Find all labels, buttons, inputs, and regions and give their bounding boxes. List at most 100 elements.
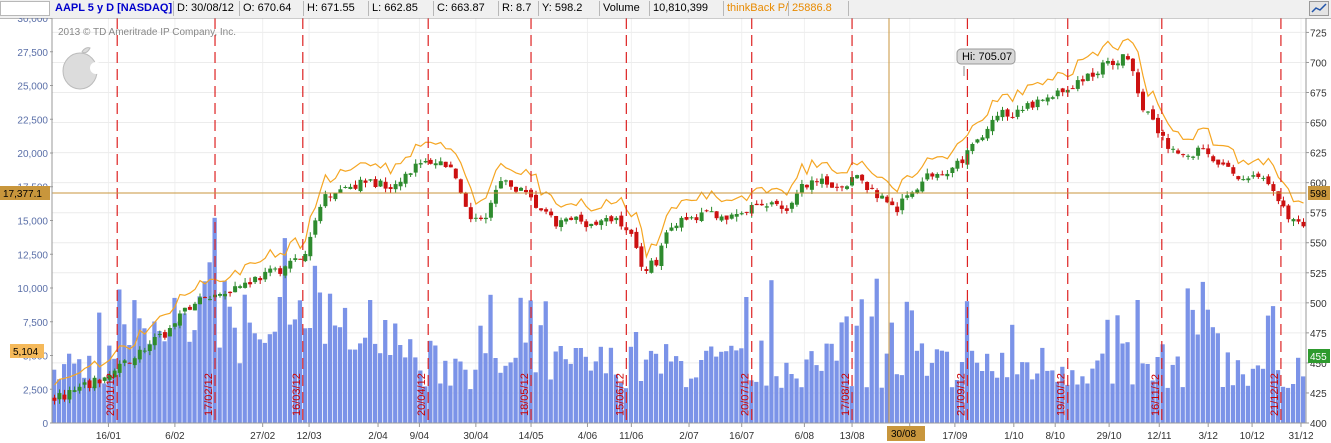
volume-bar	[438, 383, 443, 423]
candle-body	[403, 173, 408, 184]
volume-bar	[463, 369, 468, 423]
open-value: O: 670.64	[240, 1, 304, 16]
volume-bar	[789, 374, 794, 423]
volume-bar	[1240, 374, 1246, 423]
candle-body	[659, 245, 664, 266]
volume-bar	[222, 280, 227, 423]
candle-body	[614, 217, 619, 221]
candle-body	[92, 377, 97, 389]
date-tick-label: 13/08	[840, 431, 865, 442]
candle-body	[794, 193, 799, 205]
volume-bar	[1185, 288, 1190, 423]
date-tick-label: 1/10	[1004, 431, 1024, 442]
volume-bar	[929, 362, 935, 423]
candle-body	[298, 258, 303, 260]
candle-body	[328, 196, 333, 198]
volume-bar	[1125, 342, 1130, 423]
quote-header: AAPL 5 y D [NASDAQ] D: 30/08/12 O: 670.6…	[0, 0, 1331, 19]
volume-bar	[729, 345, 734, 423]
symbol-label[interactable]: AAPL 5 y D [NASDAQ]	[52, 1, 174, 16]
volume-bar	[1025, 362, 1030, 423]
date-tick-label: 9/04	[410, 431, 430, 442]
candle-body	[398, 181, 403, 187]
candle-body	[1216, 159, 1221, 165]
volume-bar	[127, 345, 132, 423]
price-tick-label: 700	[1310, 59, 1327, 70]
candle-body	[333, 193, 338, 200]
candle-body	[308, 236, 313, 257]
candle-body	[137, 349, 142, 360]
candle-body	[779, 205, 784, 209]
candle-body	[162, 332, 167, 338]
candle-body	[238, 286, 243, 288]
volume-bar	[1296, 357, 1301, 423]
volume-bar	[804, 359, 809, 423]
volume-bar	[709, 346, 714, 423]
candle-body	[52, 397, 57, 401]
candle-body	[719, 216, 724, 221]
candle-body	[1201, 148, 1206, 150]
candle-body	[373, 179, 378, 187]
candle-body	[855, 175, 860, 179]
candle-body	[1050, 97, 1055, 99]
price-axis: 7257006756506256005755505255004754504254…	[1306, 28, 1327, 430]
event-label: 20/04/12	[416, 373, 428, 416]
candle-body	[734, 214, 739, 217]
date-tick-label: 16/07	[729, 431, 754, 442]
candle-body	[1085, 73, 1090, 81]
price-volume-chart[interactable]: 20/01/12 17/02/12 16/03/12 20/04/12 18/05/12…	[0, 18, 1331, 443]
volume-value: 10,810,399	[650, 1, 724, 16]
candle-body	[378, 180, 383, 187]
volume-bar	[1215, 333, 1220, 423]
candle-body	[574, 216, 579, 220]
candle-body	[554, 216, 559, 227]
volume-bar	[197, 296, 202, 423]
volume-bar	[734, 350, 739, 423]
volume-bar	[904, 301, 909, 423]
volume-bar	[568, 363, 573, 423]
volume-tick-label: 30,000	[17, 18, 48, 25]
volume-bar	[1260, 368, 1266, 423]
price-tick-label: 575	[1310, 209, 1327, 220]
chart-settings-cell[interactable]	[0, 1, 50, 16]
volume-bar	[1110, 383, 1115, 423]
candle-body	[363, 180, 368, 183]
volume-bar	[689, 378, 694, 423]
candle-body	[809, 180, 814, 190]
candle-body	[453, 168, 458, 179]
candle-body	[649, 260, 654, 273]
volume-bar	[1250, 368, 1256, 423]
volume-current-label: 5,104	[13, 347, 38, 358]
candle-body	[985, 128, 990, 139]
candle-body	[132, 358, 137, 366]
chart-style-icon[interactable]	[1309, 1, 1329, 16]
price-crosshair-label: 598	[1310, 189, 1327, 200]
candle-body	[629, 229, 634, 234]
candle-body	[122, 360, 127, 363]
candle-body	[945, 173, 950, 177]
volume-bar	[1075, 384, 1080, 423]
candle-body	[223, 293, 228, 297]
volume-bar	[232, 327, 237, 423]
candle-body	[1055, 90, 1060, 97]
volume-bar	[1205, 309, 1210, 423]
candle-body	[1211, 156, 1216, 162]
candle-body	[714, 211, 719, 219]
volume-bar	[653, 353, 659, 423]
volume-bar	[443, 360, 448, 423]
volume-bar	[643, 359, 649, 423]
event-label: 17/02/12	[203, 373, 215, 416]
candle-body	[278, 268, 283, 274]
candle-body	[1296, 219, 1301, 222]
price-tick-label: 625	[1310, 149, 1327, 160]
thinkback-value: 25886.8	[789, 1, 849, 16]
candle-body	[293, 258, 298, 260]
volume-bar	[408, 339, 413, 423]
volume-bar	[1200, 281, 1205, 423]
candle-body	[1010, 116, 1015, 118]
volume-bar	[332, 325, 338, 423]
volume-bar	[1000, 352, 1005, 423]
volume-bar	[97, 312, 102, 423]
volume-bar	[859, 299, 864, 423]
volume-bar	[829, 343, 834, 423]
